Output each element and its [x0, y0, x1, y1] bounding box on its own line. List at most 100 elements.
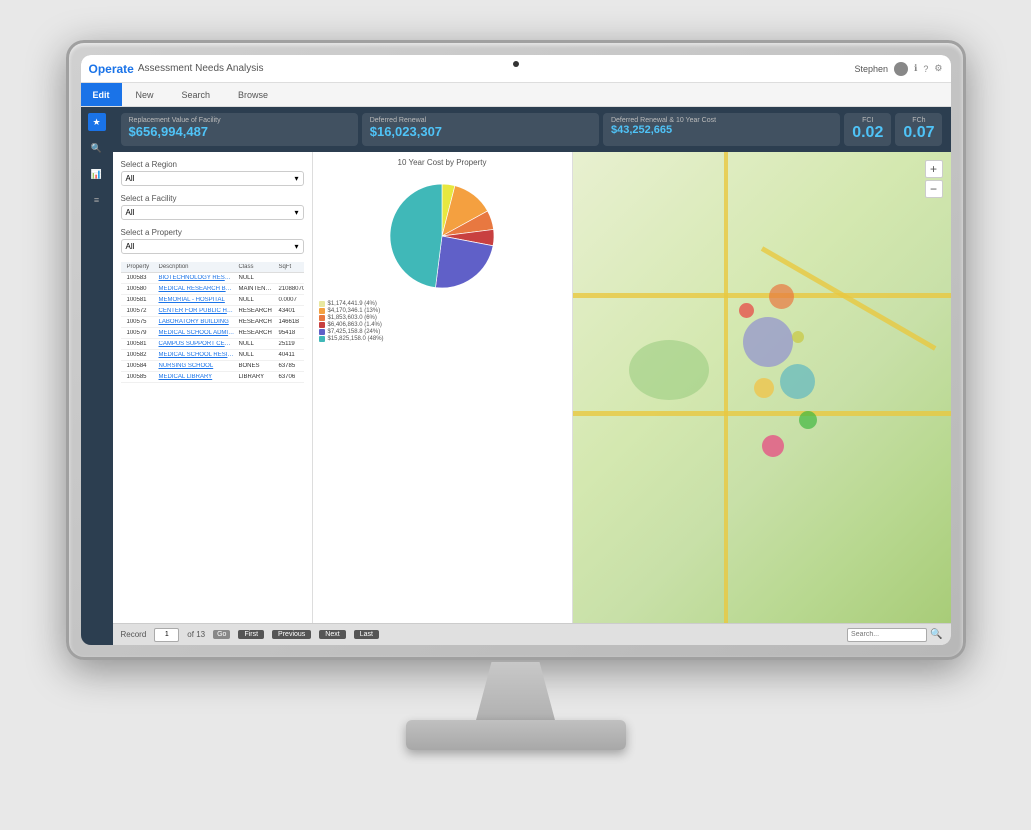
- chart-title: 10 Year Cost by Property: [319, 158, 566, 167]
- monitor-bezel: Operate Assessment Needs Analysis Stephe…: [81, 55, 951, 645]
- property-select[interactable]: All ▾: [121, 239, 304, 254]
- region-chevron: ▾: [294, 174, 298, 183]
- facility-select[interactable]: All ▾: [121, 205, 304, 220]
- app-title: Assessment Needs Analysis: [138, 63, 264, 74]
- kpi-fch: FCh 0.07: [895, 113, 942, 146]
- legend-label-1: $1,174,441.9 (4%): [328, 301, 377, 307]
- legend-item-4: $6,406,863.0 (1.4%): [319, 322, 566, 328]
- legend-dot-2: [319, 308, 325, 314]
- legend-label-5: $7,425,158.8 (24%): [328, 329, 381, 335]
- kpi-deferred: Deferred Renewal $16,023,307: [362, 113, 599, 146]
- property-value: All: [126, 242, 135, 251]
- property-filter: Select a Property All ▾: [121, 228, 304, 254]
- table-header: Property Description Class SqFt Deferred…: [121, 262, 304, 273]
- map-controls: + −: [925, 160, 943, 198]
- facility-filter: Select a Facility All ▾: [121, 194, 304, 220]
- brand-name: Operate: [89, 62, 134, 76]
- col-class: Class: [237, 264, 277, 270]
- map-circle-8[interactable]: [792, 331, 804, 343]
- map-circle-6[interactable]: [799, 411, 817, 429]
- tab-browse[interactable]: Browse: [224, 83, 282, 106]
- stand-neck: [476, 662, 556, 722]
- legend: $1,174,441.9 (4%) $4,170,346.1 (13%): [319, 301, 566, 342]
- next-button[interactable]: Next: [319, 630, 345, 639]
- tab-new[interactable]: New: [122, 83, 168, 106]
- col-description: Description: [157, 264, 237, 270]
- legend-dot-5: [319, 329, 325, 335]
- table-row[interactable]: 100582 MEDICAL SCHOOL RESIDENCE HAL... N…: [121, 350, 304, 361]
- last-button[interactable]: Last: [354, 630, 379, 639]
- property-chevron: ▾: [294, 242, 298, 251]
- table-row[interactable]: 100575 LABORATORY BUILDING RESEARCH 1466…: [121, 317, 304, 328]
- map-circle-4[interactable]: [754, 378, 774, 398]
- sidebar-icon-menu[interactable]: ≡: [88, 191, 106, 209]
- table-rows: 100583 BIOTECHNOLOGY RESEARCH CENTER NUL…: [121, 273, 304, 383]
- map-road-v1: [724, 152, 728, 623]
- map-circle-3[interactable]: [769, 284, 794, 309]
- sidebar-icon-chart[interactable]: 📊: [88, 165, 106, 183]
- map-circle-7[interactable]: [762, 435, 784, 457]
- table-row[interactable]: 100572 CENTER FOR PUBLIC HEALTH RESEARCH…: [121, 306, 304, 317]
- table-row[interactable]: 100581 CAMPUS SUPPORT CENTER NULL 25119 …: [121, 339, 304, 350]
- legend-label-4: $6,406,863.0 (1.4%): [328, 322, 382, 328]
- info-icon[interactable]: ℹ: [914, 63, 917, 74]
- legend-label-6: $15,825,158.0 (48%): [328, 336, 384, 342]
- record-label: Record: [121, 630, 147, 639]
- fci-label: FCI: [852, 117, 883, 124]
- pie-chart: [377, 171, 507, 301]
- middle-section: Select a Region All ▾ Select a Facility: [113, 152, 951, 623]
- map-circle-5[interactable]: [739, 303, 754, 318]
- deferred-10yr-value: $43,252,665: [611, 124, 832, 136]
- map-container: + −: [573, 152, 951, 623]
- table-row[interactable]: 100583 BIOTECHNOLOGY RESEARCH CENTER NUL…: [121, 273, 304, 284]
- first-button[interactable]: First: [238, 630, 264, 639]
- help-icon[interactable]: ?: [923, 64, 928, 74]
- monitor-body: Operate Assessment Needs Analysis Stephe…: [66, 40, 966, 660]
- legend-item-6: $15,825,158.0 (48%): [319, 336, 566, 342]
- zoom-in-button[interactable]: +: [925, 160, 943, 178]
- sidebar-icon-star[interactable]: ★: [88, 113, 106, 131]
- kpi-replacement: Replacement Value of Facility $656,994,4…: [121, 113, 358, 146]
- monitor: Operate Assessment Needs Analysis Stephe…: [66, 40, 966, 790]
- kpi-deferred-10yr: Deferred Renewal & 10 Year Cost $43,252,…: [603, 113, 840, 146]
- stand-base: [406, 720, 626, 750]
- previous-button[interactable]: Previous: [272, 630, 311, 639]
- legend-dot-6: [319, 336, 325, 342]
- table-row[interactable]: 100579 MEDICAL SCHOOL ADMISSIONS RESEARC…: [121, 328, 304, 339]
- deferred-10yr-label: Deferred Renewal & 10 Year Cost: [611, 117, 832, 124]
- sidebar-icon-search[interactable]: 🔍: [88, 139, 106, 157]
- table-row[interactable]: 100585 MEDICAL LIBRARY LIBRARY 63706 10: [121, 372, 304, 383]
- search-icon[interactable]: 🔍: [930, 629, 942, 640]
- camera: [513, 61, 519, 67]
- col-sqft: SqFt: [277, 264, 304, 270]
- facility-value: All: [126, 208, 135, 217]
- settings-icon[interactable]: ⚙: [934, 63, 942, 74]
- tab-search[interactable]: Search: [168, 83, 225, 106]
- map-circle-2[interactable]: [780, 364, 815, 399]
- map-circle-1[interactable]: [743, 317, 793, 367]
- legend-label-3: $1,853,603.0 (6%): [328, 315, 377, 321]
- region-filter: Select a Region All ▾: [121, 160, 304, 186]
- kpi-row: Replacement Value of Facility $656,994,4…: [113, 107, 951, 152]
- total-records: of 13: [187, 630, 205, 639]
- legend-item-5: $7,425,158.8 (24%): [319, 329, 566, 335]
- deferred-value: $16,023,307: [370, 124, 591, 139]
- deferred-label: Deferred Renewal: [370, 117, 591, 124]
- col-property: Property: [125, 264, 157, 270]
- tab-edit[interactable]: Edit: [81, 83, 122, 106]
- zoom-out-button[interactable]: −: [925, 180, 943, 198]
- search-input[interactable]: [847, 628, 927, 642]
- record-input[interactable]: [154, 628, 179, 642]
- go-button[interactable]: Go: [213, 630, 230, 639]
- legend-dot-1: [319, 301, 325, 307]
- table-row[interactable]: 100580 MEDICAL RESEARCH BUILDING MAINTEN…: [121, 284, 304, 295]
- user-info: Stephen ℹ ? ⚙: [854, 62, 942, 76]
- content-area: Replacement Value of Facility $656,994,4…: [113, 107, 951, 645]
- fci-value: 0.02: [852, 124, 883, 142]
- legend-item-3: $1,853,603.0 (6%): [319, 315, 566, 321]
- table-row[interactable]: 100584 NURSING SCHOOL BONES 63785 $331.0…: [121, 361, 304, 372]
- sidebar: ★ 🔍 📊 ≡: [81, 107, 113, 645]
- region-select[interactable]: All ▾: [121, 171, 304, 186]
- table-row[interactable]: 100581 MEMORIAL - HOSPITAL NULL 0.0007 6…: [121, 295, 304, 306]
- replacement-label: Replacement Value of Facility: [129, 117, 350, 124]
